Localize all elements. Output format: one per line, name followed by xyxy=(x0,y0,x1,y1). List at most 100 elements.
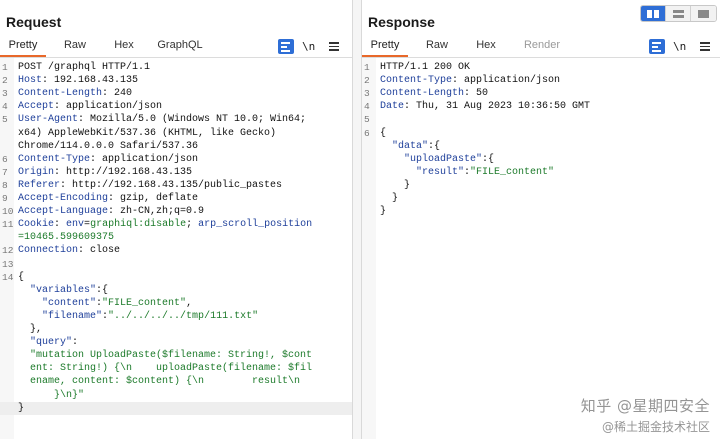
request-code-line: }\n}" xyxy=(0,389,352,402)
response-code-line: } xyxy=(362,179,720,192)
request-code-line: 6 Content-Type: application/json xyxy=(0,153,352,166)
tab-response-hex[interactable]: Hex xyxy=(466,37,506,57)
line-number: 1 xyxy=(364,62,370,73)
request-code-line: "mutation UploadPaste($filename: String!… xyxy=(0,349,352,362)
tab-response-render[interactable]: Render xyxy=(510,37,574,57)
request-code-line: "filename":"../../../../tmp/111.txt" xyxy=(0,310,352,323)
request-code-line: } xyxy=(0,401,352,415)
request-code-line: Chrome/114.0.0.0 Safari/537.36 xyxy=(0,140,352,153)
line-text: "variables":{ xyxy=(30,284,109,296)
line-text: }, xyxy=(18,324,43,335)
split-view-icon xyxy=(647,9,659,18)
response-code-line: 2 Content-Type: application/json xyxy=(362,74,720,87)
request-code-line: 9 Accept-Encoding: gzip, deflate xyxy=(0,192,352,205)
request-title: Request xyxy=(6,14,62,30)
request-editor[interactable]: 1 POST /graphql HTTP/1.1 2 Host: 192.168.43… xyxy=(0,57,352,439)
line-number: 3 xyxy=(364,88,370,100)
request-code-line: 2 Host: 192.168.43.135 xyxy=(0,74,352,87)
line-number: 14 xyxy=(2,271,14,283)
newline-toggle-icon[interactable]: \n xyxy=(673,40,686,53)
format-icon[interactable] xyxy=(278,38,294,54)
line-text: }\n}" xyxy=(30,389,85,401)
request-code-line: 1 POST /graphql HTTP/1.1 xyxy=(0,61,352,74)
line-text: "query": xyxy=(30,337,79,349)
format-icon[interactable] xyxy=(649,38,665,54)
tab-request-pretty[interactable]: Pretty xyxy=(0,37,46,57)
request-code-line: =10465.599609375 xyxy=(0,231,352,244)
line-number: 6 xyxy=(2,153,8,165)
line-text: "uploadPaste":{ xyxy=(404,153,495,165)
response-code-line: 3 Content-Length: 50 xyxy=(362,87,720,100)
line-number: 7 xyxy=(2,166,8,178)
request-code-line: 13 xyxy=(0,258,352,271)
line-text: ent: String!) {\n uploadPaste(filename: … xyxy=(30,363,313,375)
line-text: "content":"FILE_content", xyxy=(42,297,193,309)
line-number: 1 xyxy=(2,62,8,73)
tab-request-hex[interactable]: Hex xyxy=(104,37,144,57)
response-title: Response xyxy=(368,14,435,30)
request-tabs: Pretty Raw Hex GraphQL xyxy=(0,37,212,57)
tab-request-graphql[interactable]: GraphQL xyxy=(148,37,212,57)
tab-response-raw[interactable]: Raw xyxy=(412,37,462,57)
request-code-line: 3 Content-Length: 240 xyxy=(0,87,352,100)
line-text: { xyxy=(18,271,25,283)
line-text: { xyxy=(380,127,387,139)
line-text: User-Agent: Mozilla/5.0 (Windows NT 10.0… xyxy=(18,114,307,126)
tab-response-pretty[interactable]: Pretty xyxy=(362,37,408,57)
request-code-line: 5 User-Agent: Mozilla/5.0 (Windows NT 10.… xyxy=(0,113,352,126)
line-number: 3 xyxy=(2,88,8,100)
line-text: "filename":"../../../../tmp/111.txt" xyxy=(42,310,259,322)
menu-icon[interactable] xyxy=(329,42,340,51)
request-code-line: 7 Origin: http://192.168.43.135 xyxy=(0,166,352,179)
line-number: 2 xyxy=(2,75,8,87)
line-text: Cookie: env=graphiql:disable; arp_scroll… xyxy=(18,219,313,231)
line-number: 5 xyxy=(364,114,370,126)
response-toolbar: \n xyxy=(649,37,711,55)
request-code-line: x64) AppleWebKit/537.36 (KHTML, like Gec… xyxy=(0,127,352,140)
response-editor[interactable]: 1 HTTP/1.1 200 OK 2 Content-Type: applicati… xyxy=(362,57,720,439)
line-text: Referer: http://192.168.43.135/public_pa… xyxy=(18,179,283,191)
response-code-line: "uploadPaste":{ xyxy=(362,153,720,166)
watermark-line-1: 知乎 @星期四安全 xyxy=(580,397,710,415)
line-text: Content-Length: 240 xyxy=(18,88,133,100)
line-number: 2 xyxy=(364,75,370,87)
line-text: } xyxy=(380,206,387,218)
line-text: Origin: http://192.168.43.135 xyxy=(18,166,193,178)
line-number: 4 xyxy=(364,101,370,113)
request-pane: Request Pretty Raw Hex GraphQL \n 1 POST … xyxy=(0,0,352,439)
line-text: Host: 192.168.43.135 xyxy=(18,75,139,87)
single-view-icon xyxy=(698,9,709,18)
newline-toggle-icon[interactable]: \n xyxy=(302,40,315,53)
layout-rows-button[interactable] xyxy=(666,6,691,21)
layout-toggle xyxy=(640,5,717,22)
layout-single-button[interactable] xyxy=(691,6,716,21)
request-code-line: "variables":{ xyxy=(0,284,352,297)
line-text: Content-Length: 50 xyxy=(380,88,489,100)
line-text: Chrome/114.0.0.0 Safari/537.36 xyxy=(18,140,199,152)
line-number: 12 xyxy=(2,245,14,257)
menu-icon[interactable] xyxy=(700,42,711,51)
response-code-line: 1 HTTP/1.1 200 OK xyxy=(362,61,720,74)
request-code-line: "content":"FILE_content", xyxy=(0,297,352,310)
tab-request-raw[interactable]: Raw xyxy=(50,37,100,57)
response-code-line: } xyxy=(362,192,720,205)
layout-split-button[interactable] xyxy=(641,6,666,21)
line-text: "mutation UploadPaste($filename: String!… xyxy=(30,350,313,362)
request-code-line: 12 Connection: close xyxy=(0,244,352,257)
line-text: "result":"FILE_content" xyxy=(416,166,555,178)
line-text: } xyxy=(380,179,411,191)
line-text: ename, content: $content) {\n result\n xyxy=(30,376,301,388)
request-code-line: "query": xyxy=(0,336,352,349)
response-code-line: "result":"FILE_content" xyxy=(362,166,720,179)
watermark-line-2: @稀土掘金技术社区 xyxy=(601,420,710,434)
line-number: 9 xyxy=(2,193,8,204)
request-code-line: 4 Accept: application/json xyxy=(0,100,352,113)
line-number: 6 xyxy=(364,127,370,139)
request-code-line: 14 { xyxy=(0,271,352,284)
line-text: POST /graphql HTTP/1.1 xyxy=(18,62,151,73)
response-pane: Response Pretty Raw Hex Render \n 1 HTTP/… xyxy=(362,0,720,439)
line-number: 10 xyxy=(2,206,14,218)
line-text: Accept: application/json xyxy=(18,101,163,113)
pane-splitter[interactable] xyxy=(352,0,362,439)
response-code-line: } xyxy=(362,205,720,218)
